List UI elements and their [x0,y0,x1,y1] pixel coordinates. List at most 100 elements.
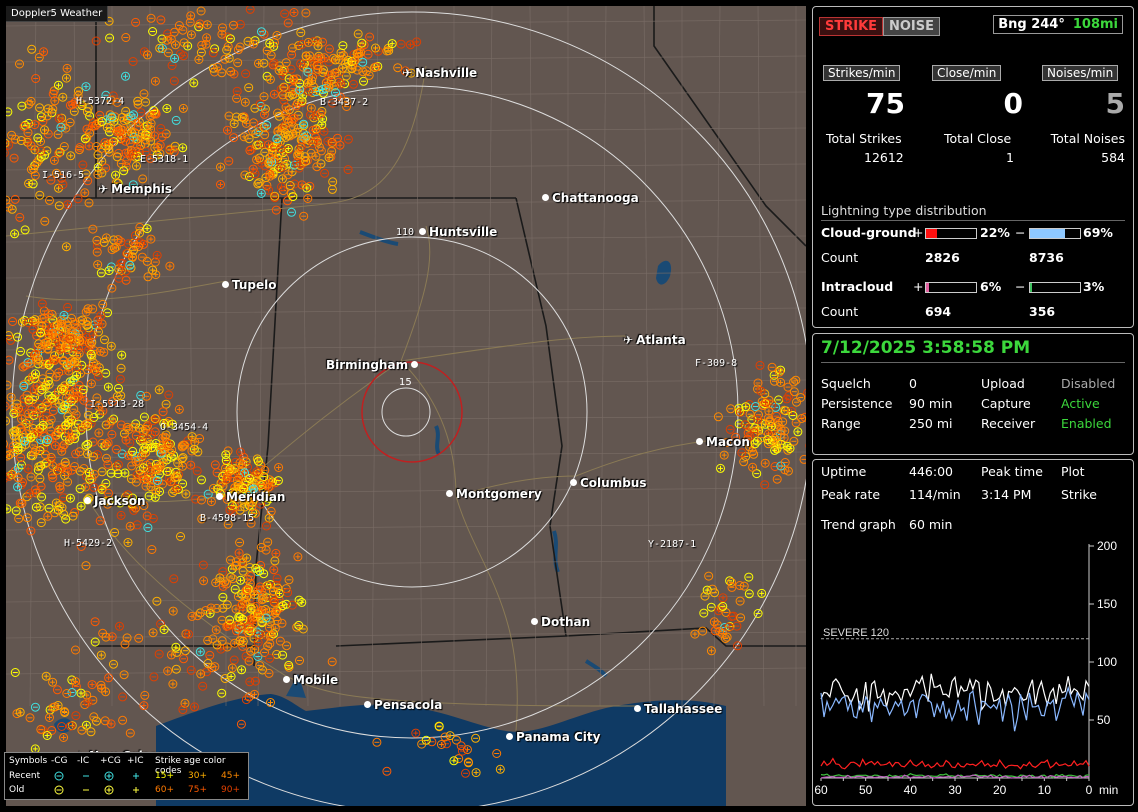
city-name: Birmingham [326,358,409,372]
cg-negative-bar [1029,228,1081,239]
total-noises-label: Total Noises [1050,131,1125,146]
storm-cell-label[interactable]: H-5372-4 [76,96,124,107]
city-jackson: Jackson [84,494,146,508]
trend-graph-label: Trend graph [821,517,896,532]
city-name: Panama City [516,730,601,744]
noises-min-label: Noises/min [1042,65,1119,81]
city-pensacola: Pensacola [364,698,442,712]
city-name: Memphis [111,182,173,196]
receiver-value: Enabled [1061,416,1112,431]
strike-tab[interactable]: STRIKE [819,17,884,36]
storm-cell-label[interactable]: I-5313-28 [90,399,144,410]
x-tick-label: 0 [1086,783,1093,797]
y-tick-label: 100 [1097,655,1117,669]
city-name: Pensacola [374,698,443,712]
storm-cell-label[interactable]: I-516-5 [42,170,84,181]
city-name: Atlanta [636,333,686,347]
trend-chart: 2001501005060 50 40 30 20 10 0 minSEVERE 120 [814,539,1118,797]
city-dot-icon [283,676,290,683]
city-name: Columbus [580,476,647,490]
city-name: Chattanooga [552,191,639,205]
noise-tab[interactable]: NOISE [883,17,941,36]
city-name: Jackson [94,494,146,508]
city-tupelo: Tupelo [222,278,277,292]
noises-min-value: 5 [1105,87,1125,120]
total-strikes-label: Total Strikes [826,131,902,146]
plot-label: Plot [1061,464,1085,479]
ic-negative-bar [1029,282,1081,293]
storm-cell-label[interactable]: Y-2187-1 [648,539,696,550]
range-value: 250 mi [909,416,953,431]
symbol-legend: Symbols -CG -IC +CG +IC Strike age color… [4,752,249,800]
airport-icon: ✈ [623,333,634,347]
city-dot-icon [696,438,703,445]
storm-cell-label[interactable]: B-3437-2 [320,97,368,108]
legend-recent-label: Recent [9,771,41,781]
city-name: Macon [706,435,750,449]
city-name: Mobile [293,673,339,687]
storm-cell-label[interactable]: E-5318-1 [140,154,188,165]
city-dot-icon [634,705,641,712]
trend-series-line [820,757,1090,770]
trend-series-line [820,685,1090,732]
legend-age-15: 15+ [155,771,174,781]
legend-col-pos-cg: +CG [100,756,121,766]
severe-label: SEVERE 120 [823,627,889,639]
city-dot-icon [446,490,453,497]
y-tick-label: 150 [1097,597,1117,611]
app-title: Doppler5 Weather [6,6,109,22]
peak-time-value: 3:14 PM [981,487,1032,502]
capture-value: Active [1061,396,1100,411]
total-noises-value: 584 [1101,150,1125,165]
city-dot-icon [216,493,223,500]
storm-cell-label[interactable]: F-309-8 [695,358,737,369]
city-name: Dothan [541,615,591,629]
x-tick-label: 20 [993,783,1007,797]
range-ring-mid [85,85,739,739]
legend-col-neg-ic: -IC [77,756,90,766]
x-tick-label: 10 [1038,783,1052,797]
city-nashville: ✈ Nashville [402,66,477,80]
city-huntsville: Huntsville [419,225,497,239]
cg-count-label: Count [821,250,859,265]
peak-rate-label: Peak rate [821,487,881,502]
total-close-value: 1 [1006,150,1014,165]
x-tick-label: 60 [814,783,828,797]
storm-cell-label[interactable]: H-5429-2 [64,538,112,549]
ic-positive-pct: 6% [980,279,1002,294]
close-ring [361,361,463,463]
peak-rate-value: 114/min [909,487,961,502]
total-strikes-value: 12612 [864,150,904,165]
city-dot-icon [364,701,371,708]
storm-cell-label[interactable]: B-4598-15 [200,513,254,524]
city-dot-icon [531,618,538,625]
city-chattanooga: Chattanooga [542,191,639,205]
city-panama-city: Panama City [506,730,600,744]
city-columbus: Columbus [570,476,647,490]
legend-col-pos-ic: +IC [127,756,144,766]
ic-positive-count: 694 [925,304,952,319]
legend-age-30: 30+ [188,771,207,781]
ic-minus: − [1015,279,1026,294]
airport-icon: ✈ [98,182,109,196]
receiver-label: Receiver [981,416,1036,431]
city-name: Tupelo [232,278,277,292]
storm-cell-label[interactable]: O-3454-4 [160,422,208,433]
city-montgomery: Montgomery [446,487,542,501]
city-dot-icon [506,733,513,740]
detector-panel: STRIKE NOISE Bng 244° 108mi Strikes/min C… [812,6,1134,328]
y-tick-label: 200 [1097,539,1117,553]
persistence-value: 90 min [909,396,953,411]
city-memphis: ✈ Memphis [98,182,172,196]
city-dot-icon [222,281,229,288]
city-name: Nashville [415,66,478,80]
distribution-title: Lightning type distribution [821,203,987,218]
squelch-label: Squelch [821,376,871,391]
legend-age-90: 90+ [221,785,240,795]
x-tick-label: 40 [904,783,918,797]
storm-cell-label[interactable]: 110 [396,227,414,238]
legend-col-neg-cg: -CG [51,756,68,766]
x-unit-label: min [1099,783,1118,797]
lightning-map[interactable]: Doppler5 Weather 15 ✈ Nashville ✈ Memphi… [6,6,806,806]
upload-label: Upload [981,376,1025,391]
